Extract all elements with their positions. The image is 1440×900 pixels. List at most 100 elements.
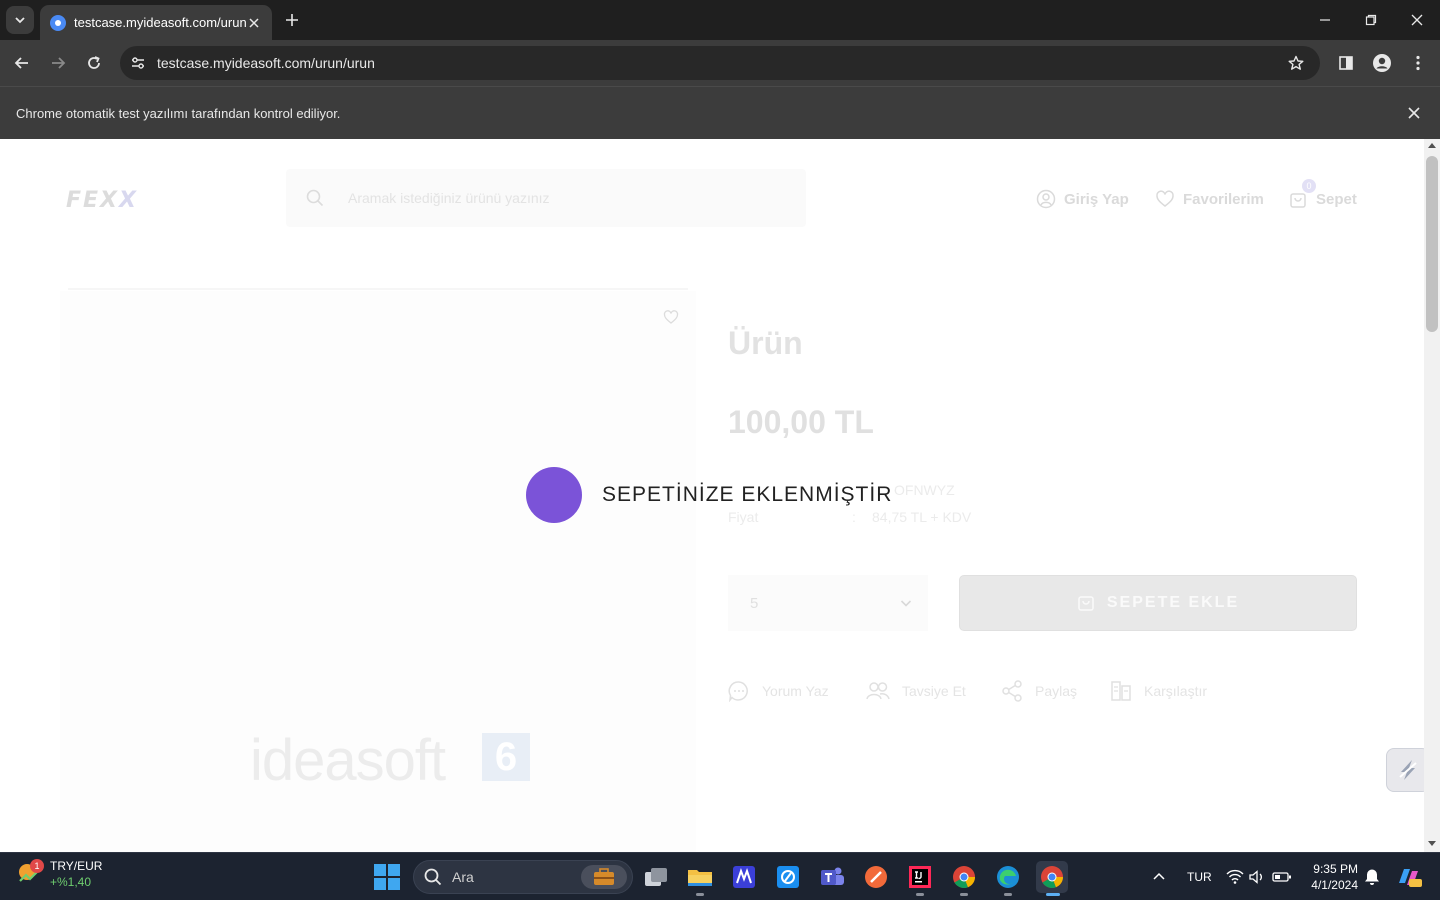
chrome-app-1[interactable] (948, 861, 980, 896)
infobar-close-button[interactable] (1404, 103, 1424, 123)
search-icon (424, 868, 442, 886)
address-bar[interactable]: testcase.myideasoft.com/urun/urun (120, 46, 1320, 80)
toast-message: SEPETİNİZE EKLENMİŞTİR (602, 483, 893, 506)
star-icon (1288, 55, 1304, 70)
page-scrollbar[interactable] (1424, 139, 1440, 852)
favorites-label: Favorilerim (1183, 190, 1264, 208)
tab-search-button[interactable] (6, 6, 34, 34)
app-active-indicator (1046, 893, 1060, 896)
task-view-app[interactable] (640, 861, 672, 893)
chevron-down-icon (15, 17, 25, 24)
app-pinned-3[interactable] (860, 861, 892, 893)
site-logo[interactable]: FEXX (66, 188, 182, 213)
side-panel-icon (1339, 56, 1353, 70)
scrollbar-thumb[interactable] (1426, 156, 1438, 332)
side-panel-button[interactable] (1332, 49, 1360, 77)
task-view-icon (645, 868, 667, 886)
teams-icon (821, 867, 844, 885)
tray-overflow-button[interactable] (1152, 853, 1166, 900)
taskbar-search[interactable]: Ara (413, 860, 633, 894)
site-search-input[interactable] (348, 190, 768, 206)
notifications-button[interactable] (1364, 853, 1380, 900)
language-indicator[interactable]: TUR (1187, 853, 1212, 900)
windows-logo-pane (388, 864, 400, 876)
reload-button[interactable] (80, 49, 108, 77)
start-button[interactable] (374, 864, 400, 890)
close-window-button[interactable] (1394, 0, 1440, 40)
chevron-down-icon (900, 600, 912, 607)
arrow-left-icon (14, 57, 28, 69)
tab-close-button[interactable] (246, 15, 262, 31)
app-pinned-2[interactable] (772, 861, 804, 893)
app-pinned-1[interactable] (728, 861, 760, 893)
compare-icon (1111, 681, 1131, 701)
cart-link[interactable]: Sepet (1288, 189, 1357, 209)
compare-link[interactable]: Karşılaştır (1110, 680, 1207, 702)
browser-tab-active[interactable]: testcase.myideasoft.com/urun/urun (40, 5, 272, 40)
teams-app[interactable] (816, 861, 848, 893)
back-button[interactable] (8, 49, 36, 77)
language-label: TUR (1187, 870, 1212, 884)
new-tab-button[interactable] (280, 8, 304, 32)
share-label: Paylaş (1035, 683, 1078, 699)
windows-logo-pane (374, 878, 386, 890)
widget-title: TRY/EUR (50, 859, 103, 873)
app-running-indicator (916, 893, 924, 896)
product-title: Ürün (728, 325, 803, 361)
browser-toolbar: testcase.myideasoft.com/urun/urun (0, 40, 1440, 86)
site-info-button[interactable] (128, 53, 148, 73)
copilot-button[interactable] (1396, 853, 1422, 900)
search-icon[interactable] (306, 189, 324, 207)
compare-label: Karşılaştır (1144, 683, 1208, 699)
widget-badge: 1 (30, 859, 44, 873)
automation-infobar: Chrome otomatik test yazılımı tarafından… (0, 86, 1440, 139)
favorites-link[interactable]: Favorilerim (1155, 189, 1264, 209)
briefcase-shape (594, 868, 614, 885)
share-link[interactable]: Paylaş (1001, 680, 1077, 702)
copilot-icon (1399, 869, 1422, 887)
minimize-icon (1320, 19, 1330, 21)
forward-button[interactable] (44, 49, 72, 77)
tab-title: testcase.myideasoft.com/urun/urun (74, 15, 246, 30)
reload-icon (88, 56, 100, 69)
intellij-icon (909, 866, 931, 888)
add-to-cart-label: SEPETE EKLE (1106, 594, 1240, 611)
plus-icon (286, 14, 298, 26)
currency-widget[interactable]: 1 TRY/EUR +%1,40 (16, 859, 102, 889)
menu-button[interactable] (1404, 49, 1432, 77)
login-link[interactable]: Giriş Yap (1036, 189, 1129, 209)
quick-settings-button[interactable] (1226, 853, 1292, 900)
profile-button[interactable] (1368, 49, 1396, 77)
product-page: FEXX Giriş Yap Favorilerim Sepet 0 ideas… (0, 139, 1424, 852)
scroll-up-arrow-icon[interactable] (1428, 143, 1436, 148)
app-running-indicator (696, 893, 704, 896)
file-explorer-app[interactable] (684, 861, 716, 896)
gallery-logo-badge: 6 (482, 733, 530, 781)
add-to-cart-button[interactable]: SEPETE EKLE (959, 575, 1357, 631)
bookmark-button[interactable] (1282, 49, 1310, 77)
bell-icon (1365, 869, 1379, 885)
volume-icon (1249, 870, 1262, 884)
heart-icon[interactable] (663, 309, 679, 325)
restore-button[interactable] (1348, 0, 1394, 40)
avatar-icon (1373, 54, 1391, 72)
windows-logo-icon (374, 864, 386, 876)
minimize-button[interactable] (1302, 0, 1348, 40)
quantity-select[interactable]: 5 (728, 575, 928, 631)
comment-label: Yorum Yaz (762, 683, 829, 699)
chrome-icon (1041, 866, 1063, 888)
recommend-link[interactable]: Tavsiye Et (866, 680, 966, 702)
edge-app[interactable] (992, 861, 1024, 896)
share-icon (1002, 680, 1022, 702)
system-clock[interactable]: 9:35 PM 4/1/2024 (1302, 861, 1358, 893)
toast-indicator-dot (526, 467, 582, 523)
scroll-down-arrow-icon[interactable] (1428, 841, 1436, 846)
clock-date: 4/1/2024 (1311, 878, 1358, 892)
users-icon (866, 682, 890, 700)
intellij-app[interactable] (904, 861, 936, 896)
app-m-icon (733, 866, 755, 888)
write-comment-link[interactable]: Yorum Yaz (728, 680, 829, 702)
chrome-app-active[interactable] (1036, 861, 1068, 896)
user-icon (1036, 189, 1056, 209)
helper-widget-button[interactable] (1386, 748, 1424, 792)
